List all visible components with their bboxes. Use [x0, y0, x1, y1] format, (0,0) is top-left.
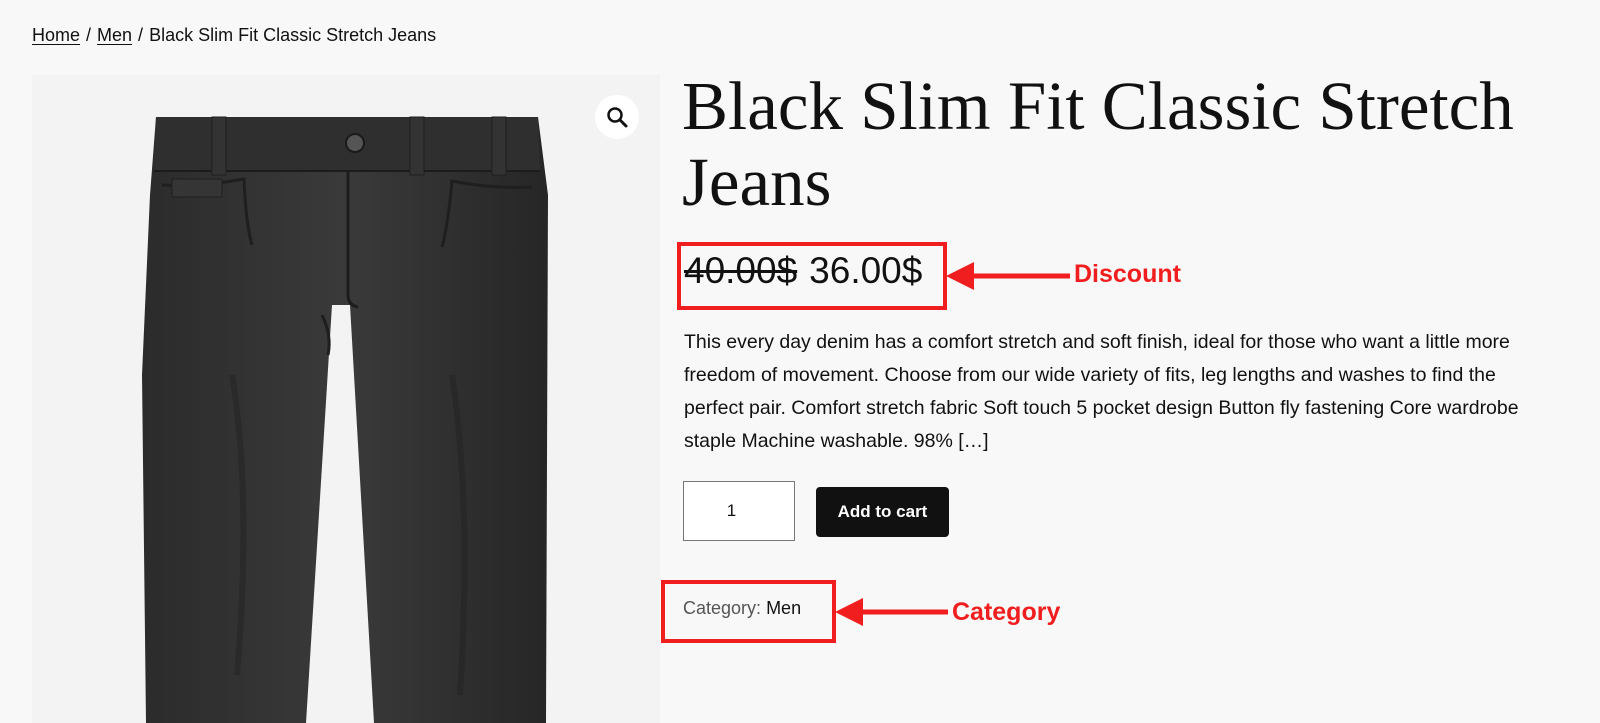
product-description: This every day denim has a comfort stret… — [684, 331, 1519, 452]
magnifier-icon — [607, 107, 628, 128]
product-image — [142, 116, 548, 723]
breadcrumb-separator: / — [86, 25, 92, 45]
product-title: Black Slim Fit Classic Stretch Jeans — [682, 68, 1514, 220]
discount-highlight-box — [677, 242, 947, 310]
breadcrumb-home-link[interactable]: Home — [32, 25, 80, 45]
quantity-input[interactable] — [683, 481, 795, 541]
product-gallery[interactable] — [32, 75, 660, 723]
breadcrumb-men-link[interactable]: Men — [97, 25, 132, 45]
breadcrumb: Home / Men / Black Slim Fit Classic Stretch … — [32, 25, 436, 46]
category-arrow — [835, 598, 948, 626]
add-to-cart-button[interactable]: Add to cart — [816, 487, 949, 537]
category-highlight-box — [661, 580, 836, 643]
category-annotation-label: Category — [952, 598, 1061, 626]
zoom-button[interactable] — [595, 95, 639, 139]
discount-arrow — [946, 262, 1070, 290]
breadcrumb-separator: / — [138, 25, 144, 45]
breadcrumb-current: Black Slim Fit Classic Stretch Jeans — [149, 25, 437, 45]
discount-annotation-label: Discount — [1074, 260, 1181, 288]
